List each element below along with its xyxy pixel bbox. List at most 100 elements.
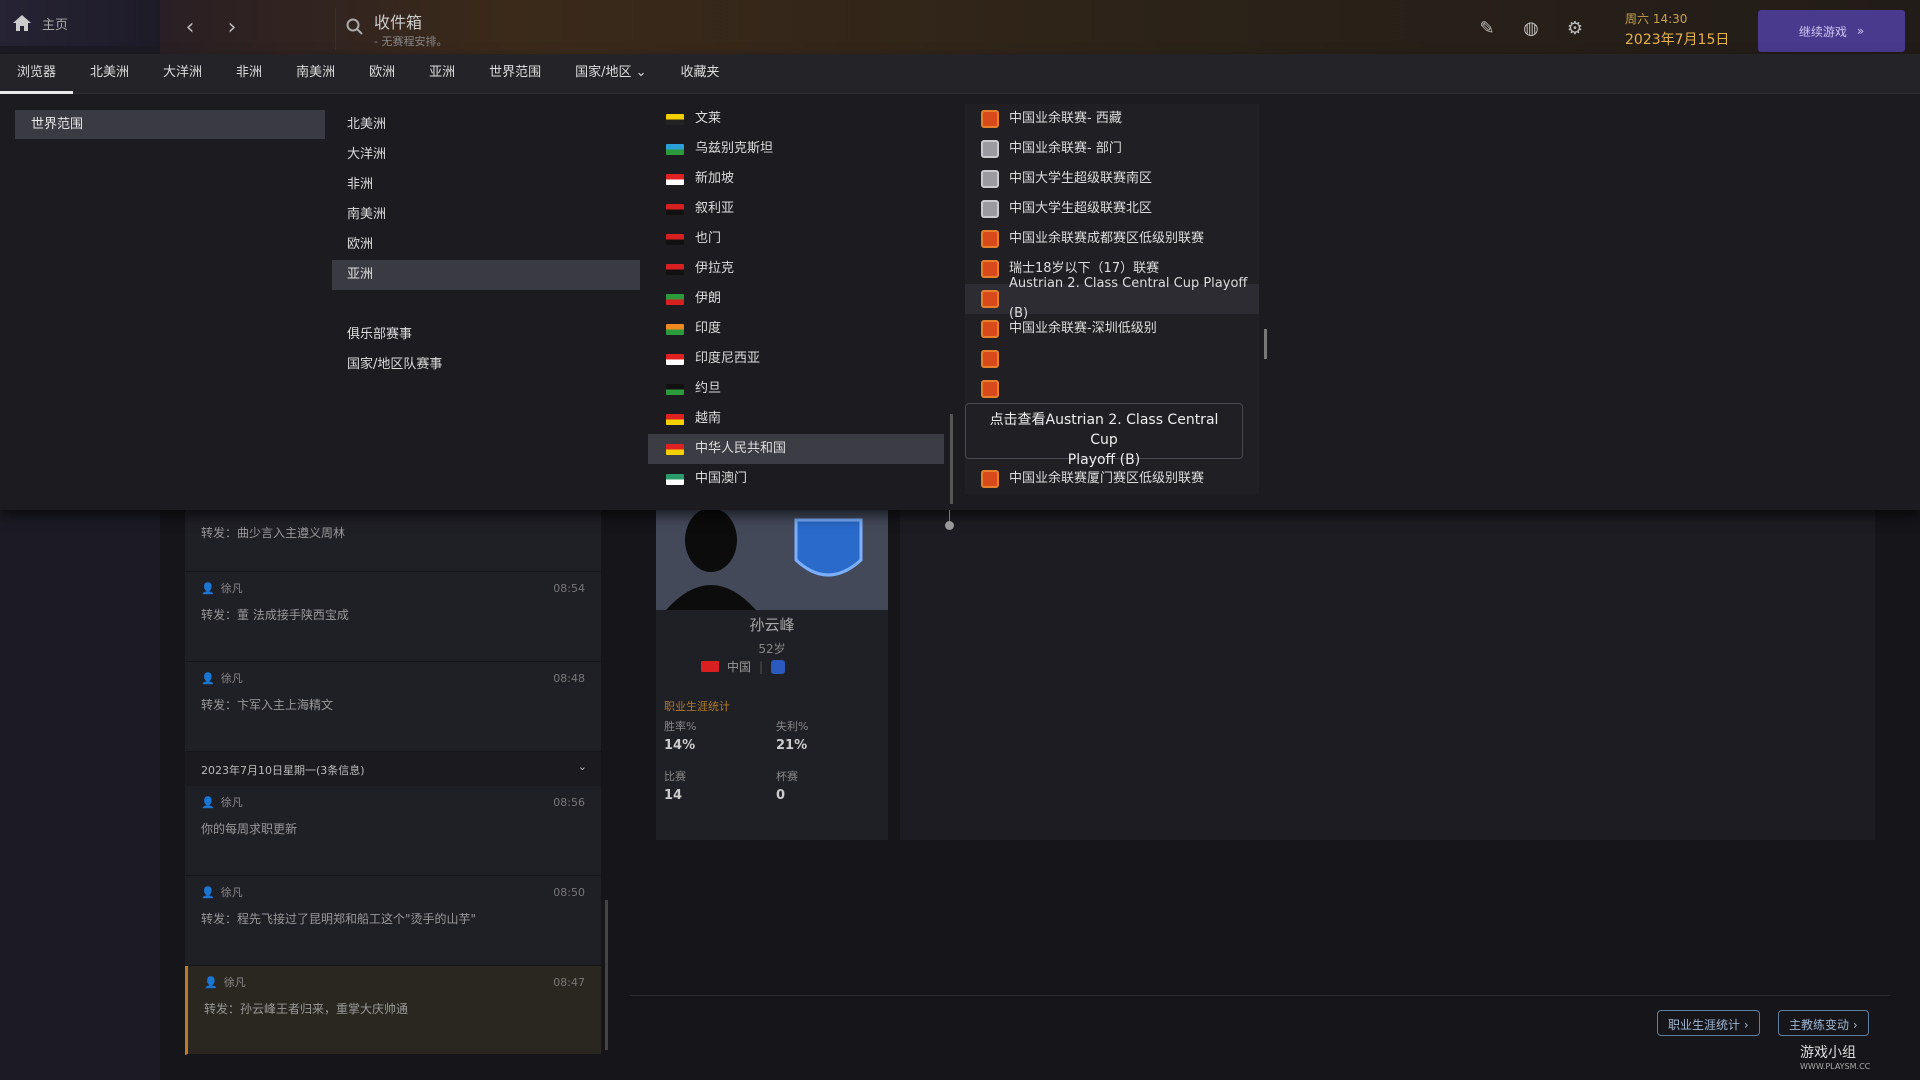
competition-crest-icon xyxy=(981,260,999,278)
country-item[interactable]: 印度 xyxy=(648,314,944,344)
national-team-competitions-item[interactable]: 国家/地区队赛事 xyxy=(332,350,640,380)
country-name: 越南 xyxy=(695,411,722,426)
competition-item[interactable]: 中国业余联赛成都赛区低级别联赛 xyxy=(965,224,1259,254)
club-competitions-item[interactable]: 俱乐部赛事 xyxy=(332,320,640,350)
tab-europe[interactable]: 欧洲 xyxy=(352,54,412,94)
flag-icon xyxy=(666,203,684,215)
top-header: ‹ › 收件箱 - 无赛程安排。 ✎ ◍ ⚙ 周六 14:30 2023年7月1… xyxy=(160,0,1920,54)
search-icon xyxy=(346,18,364,40)
inbox-title: 收件箱 xyxy=(374,13,423,32)
country-name: 印度尼西亚 xyxy=(695,351,761,366)
region-item-selected[interactable]: 亚洲 xyxy=(332,260,640,290)
flag-icon xyxy=(666,233,684,245)
feed-scrollbar[interactable] xyxy=(605,900,608,1050)
competition-item[interactable]: 中国大学生超级联赛南区 xyxy=(965,164,1259,194)
country-item[interactable]: 乌兹别克斯坦 xyxy=(648,134,944,164)
career-stats-button[interactable]: 职业生涯统计 › xyxy=(1657,1010,1760,1036)
chevron-down-icon: ⌄ xyxy=(577,760,587,773)
competition-name: 中国大学生超级联赛南区 xyxy=(1009,171,1153,186)
manager-nationality: 中国 | xyxy=(701,658,786,675)
tab-africa[interactable]: 非洲 xyxy=(219,54,279,94)
region-item[interactable]: 南美洲 xyxy=(332,200,640,230)
country-item[interactable]: 伊拉克 xyxy=(648,254,944,284)
tab-oceania[interactable]: 大洋洲 xyxy=(146,54,219,94)
edit-icon[interactable]: ✎ xyxy=(1476,18,1498,40)
competition-item[interactable]: 中国大学生超级联赛北区 xyxy=(965,194,1259,224)
user-icon: 👤 xyxy=(201,581,215,595)
home-link[interactable]: 主页 xyxy=(0,0,160,46)
inbox-header[interactable]: 收件箱 - 无赛程安排。 xyxy=(335,8,1620,50)
competition-item[interactable] xyxy=(965,374,1259,404)
region-item[interactable]: 非洲 xyxy=(332,170,640,200)
message-time: 08:54 xyxy=(553,582,585,595)
forward-button[interactable]: › xyxy=(218,14,246,42)
flag-icon xyxy=(666,413,684,425)
list-item[interactable]: 👤 徐凡 08:54 转发：董 法成接手陕西宝成 xyxy=(185,572,601,662)
list-item-selected[interactable]: 👤 徐凡 08:47 转发：孙云峰王者归来，重掌大庆帅通 xyxy=(185,966,601,1055)
country-item[interactable]: 中国澳门 xyxy=(648,464,944,494)
connector-dot xyxy=(945,521,954,530)
region-item[interactable]: 北美洲 xyxy=(332,110,640,140)
message-time: 08:47 xyxy=(553,976,585,989)
country-name: 中国澳门 xyxy=(695,471,748,486)
day-header[interactable]: 2023年7月10日星期一(3条信息) ⌄ xyxy=(185,752,601,786)
home-label: 主页 xyxy=(42,17,69,33)
news-detail-pane xyxy=(900,490,1875,840)
gear-icon[interactable]: ⚙ xyxy=(1564,18,1586,40)
tab-asia[interactable]: 亚洲 xyxy=(412,54,472,94)
competition-item[interactable]: 中国业余联赛- 部门 xyxy=(965,134,1259,164)
country-scrollbar[interactable] xyxy=(950,414,953,504)
country-name: 伊朗 xyxy=(695,291,722,306)
competition-crest-icon xyxy=(981,140,999,158)
coach-changes-button[interactable]: 主教练变动 › xyxy=(1778,1010,1869,1036)
tab-north-america[interactable]: 北美洲 xyxy=(73,54,146,94)
country-item[interactable]: 越南 xyxy=(648,404,944,434)
tab-browser[interactable]: 浏览器 xyxy=(0,54,74,94)
double-chevron-icon: » xyxy=(1856,24,1865,38)
competition-scrollbar[interactable] xyxy=(1264,329,1267,359)
tab-worldwide[interactable]: 世界范围 xyxy=(472,54,558,94)
competition-crest-icon xyxy=(981,320,999,338)
list-item[interactable]: 👤 徐凡 08:48 转发：卞军入主上海精文 xyxy=(185,662,601,752)
competition-tooltip: 点击查看Austrian 2. Class Central Cup Playof… xyxy=(965,403,1243,468)
competition-item-selected[interactable]: Austrian 2. Class Central Cup Playoff (B… xyxy=(965,276,1259,321)
competition-item[interactable] xyxy=(965,344,1259,374)
country-name: 伊拉克 xyxy=(695,261,735,276)
stat-win-rate: 胜率% 14% xyxy=(664,720,697,753)
country-name: 文莱 xyxy=(695,111,722,126)
back-button[interactable]: ‹ xyxy=(176,14,204,42)
region-column: 北美洲 大洋洲 非洲 南美洲 欧洲 亚洲 俱乐部赛事 国家/地区队赛事 xyxy=(332,110,640,380)
country-item[interactable]: 新加坡 xyxy=(648,164,944,194)
flag-icon xyxy=(666,383,684,395)
manager-name: 孙云峰 xyxy=(749,616,795,634)
country-item[interactable]: 约旦 xyxy=(648,374,944,404)
country-name: 中华人民共和国 xyxy=(695,441,787,456)
region-item[interactable]: 大洋洲 xyxy=(332,140,640,170)
flag-icon xyxy=(666,353,684,365)
tab-south-america[interactable]: 南美洲 xyxy=(279,54,352,94)
competition-name: 中国业余联赛-深圳低级别 xyxy=(1009,321,1157,336)
continue-button[interactable]: 继续游戏 » xyxy=(1758,10,1905,52)
list-item[interactable]: 转发：曲少言入主遵义周林 xyxy=(185,510,601,572)
country-item[interactable]: 伊朗 xyxy=(648,284,944,314)
competition-item[interactable]: 中国业余联赛- 西藏 xyxy=(965,104,1259,134)
club-crest-icon xyxy=(771,659,786,674)
globe-icon[interactable]: ◍ xyxy=(1520,18,1542,40)
country-item-selected[interactable]: 中华人民共和国 xyxy=(648,434,944,464)
tab-nations[interactable]: 国家/地区 ⌄ xyxy=(558,54,663,94)
message-time: 08:48 xyxy=(553,672,585,685)
country-item[interactable]: 叙利亚 xyxy=(648,194,944,224)
competition-crest-icon xyxy=(981,350,999,368)
competition-name: 中国业余联赛成都赛区低级别联赛 xyxy=(1009,231,1205,246)
region-item[interactable]: 欧洲 xyxy=(332,230,640,260)
scope-item-worldwide[interactable]: 世界范围 xyxy=(15,110,325,139)
country-item[interactable]: 也门 xyxy=(648,224,944,254)
stats-title: 职业生涯统计 xyxy=(664,700,730,713)
list-item[interactable]: 👤 徐凡 08:56 你的每周求职更新 xyxy=(185,786,601,876)
country-item[interactable]: 印度尼西亚 xyxy=(648,344,944,374)
tab-favourites[interactable]: 收藏夹 xyxy=(664,54,737,94)
china-flag-icon xyxy=(701,661,719,672)
flag-icon xyxy=(666,293,684,305)
list-item[interactable]: 👤 徐凡 08:50 转发：程先飞接过了昆明郑和船工这个"烫手的山芋" xyxy=(185,876,601,966)
country-item[interactable]: 文莱 xyxy=(648,104,944,134)
